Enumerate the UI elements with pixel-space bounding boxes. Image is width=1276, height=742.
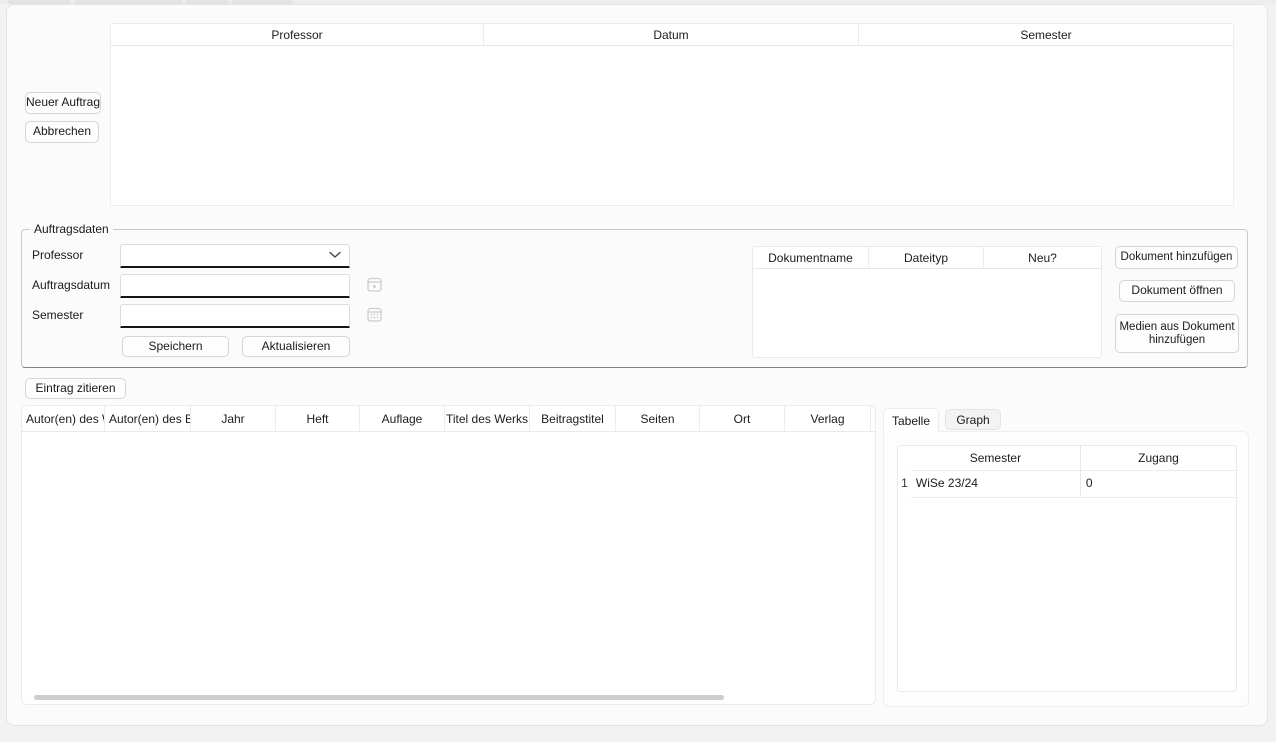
open-document-button[interactable]: Dokument öffnen <box>1119 280 1235 302</box>
documents-table-body[interactable] <box>753 269 1101 357</box>
column-header-ort[interactable]: Ort <box>700 406 785 431</box>
save-button[interactable]: Speichern <box>122 336 229 357</box>
column-header-heft[interactable]: Heft <box>276 406 360 431</box>
cite-entry-button[interactable]: Eintrag zitieren <box>25 378 126 399</box>
add-document-button[interactable]: Dokument hinzufügen <box>1115 246 1238 269</box>
professor-combobox[interactable] <box>120 244 350 268</box>
column-header-seiten[interactable]: Seiten <box>616 406 700 431</box>
tab-tabelle[interactable]: Tabelle <box>883 408 939 432</box>
column-header-jahr[interactable]: Jahr <box>191 406 276 431</box>
semester-label: Semester <box>32 307 83 323</box>
column-header-beitragstitel[interactable]: Beitragstitel <box>530 406 616 431</box>
application-window: Professor Datum Semester Neuer Auftrag A… <box>6 4 1268 726</box>
groupbox-title: Auftragsdaten <box>30 222 113 236</box>
professor-label: Professor <box>32 247 83 263</box>
chevron-down-icon <box>329 251 341 259</box>
orders-table-body[interactable] <box>111 46 1233 206</box>
column-header-titel-des-werks[interactable]: Titel des Werks <box>445 406 530 431</box>
add-media-from-document-button[interactable]: Medien aus Dokument hinzufügen <box>1115 314 1239 353</box>
update-button[interactable]: Aktualisieren <box>242 336 350 357</box>
column-header-dateityp[interactable]: Dateityp <box>869 247 984 268</box>
documents-table-header: Dokumentname Dateityp Neu? <box>753 247 1101 269</box>
citations-table-header: Autor(en) des Werks Autor(en) des Beitra… <box>22 406 875 432</box>
column-header-verlag[interactable]: Verlag <box>785 406 871 431</box>
order-date-label: Auftragsdatum <box>32 277 110 293</box>
order-data-groupbox: Auftragsdaten Professor Auftragsdatum Se… <box>21 229 1248 368</box>
order-date-input[interactable] <box>120 274 350 298</box>
column-header-semester[interactable]: Semester <box>859 24 1233 45</box>
horizontal-scrollbar[interactable] <box>34 695 724 700</box>
stats-tab-pane: Semester Zugang 1 WiSe 23/24 0 <box>883 431 1249 707</box>
column-header-dokumentname[interactable]: Dokumentname <box>753 247 869 268</box>
stats-table-header: Semester Zugang <box>898 446 1236 470</box>
semester-calendar-button[interactable] <box>367 306 383 322</box>
column-header-neu[interactable]: Neu? <box>984 247 1101 268</box>
column-header-auflage[interactable]: Auflage <box>360 406 445 431</box>
citations-table: Autor(en) des Werks Autor(en) des Beitra… <box>21 405 876 705</box>
citations-table-body[interactable] <box>22 432 875 694</box>
row-number: 1 <box>898 476 911 490</box>
order-date-calendar-button[interactable] <box>367 276 383 292</box>
column-header-datum[interactable]: Datum <box>484 24 859 45</box>
header-divider <box>911 470 1236 471</box>
semester-stats-table: Semester Zugang 1 WiSe 23/24 0 <box>897 445 1237 692</box>
documents-table: Dokumentname Dateityp Neu? <box>752 246 1102 358</box>
calendar-grid-icon <box>367 307 383 322</box>
column-header-autoren-werk[interactable]: Autor(en) des Werks <box>22 406 105 431</box>
orders-table-header: Professor Datum Semester <box>111 24 1233 46</box>
column-header-semester[interactable]: Semester <box>911 446 1080 470</box>
tab-graph[interactable]: Graph <box>945 409 1001 430</box>
new-order-button[interactable]: Neuer Auftrag <box>25 92 101 114</box>
row-divider <box>911 497 1236 498</box>
orders-table: Professor Datum Semester <box>110 23 1234 206</box>
column-header-autoren-beitrag[interactable]: Autor(en) des Beitrags <box>105 406 191 431</box>
calendar-day-icon <box>367 277 383 292</box>
table-row[interactable]: 1 WiSe 23/24 0 <box>898 470 1236 496</box>
cancel-button[interactable]: Abbrechen <box>25 121 99 143</box>
column-header-professor[interactable]: Professor <box>111 24 484 45</box>
cell-semester[interactable]: WiSe 23/24 <box>911 476 1080 490</box>
semester-input[interactable] <box>120 304 350 328</box>
cell-zugang[interactable]: 0 <box>1080 470 1236 496</box>
column-header-zugang[interactable]: Zugang <box>1080 446 1236 470</box>
